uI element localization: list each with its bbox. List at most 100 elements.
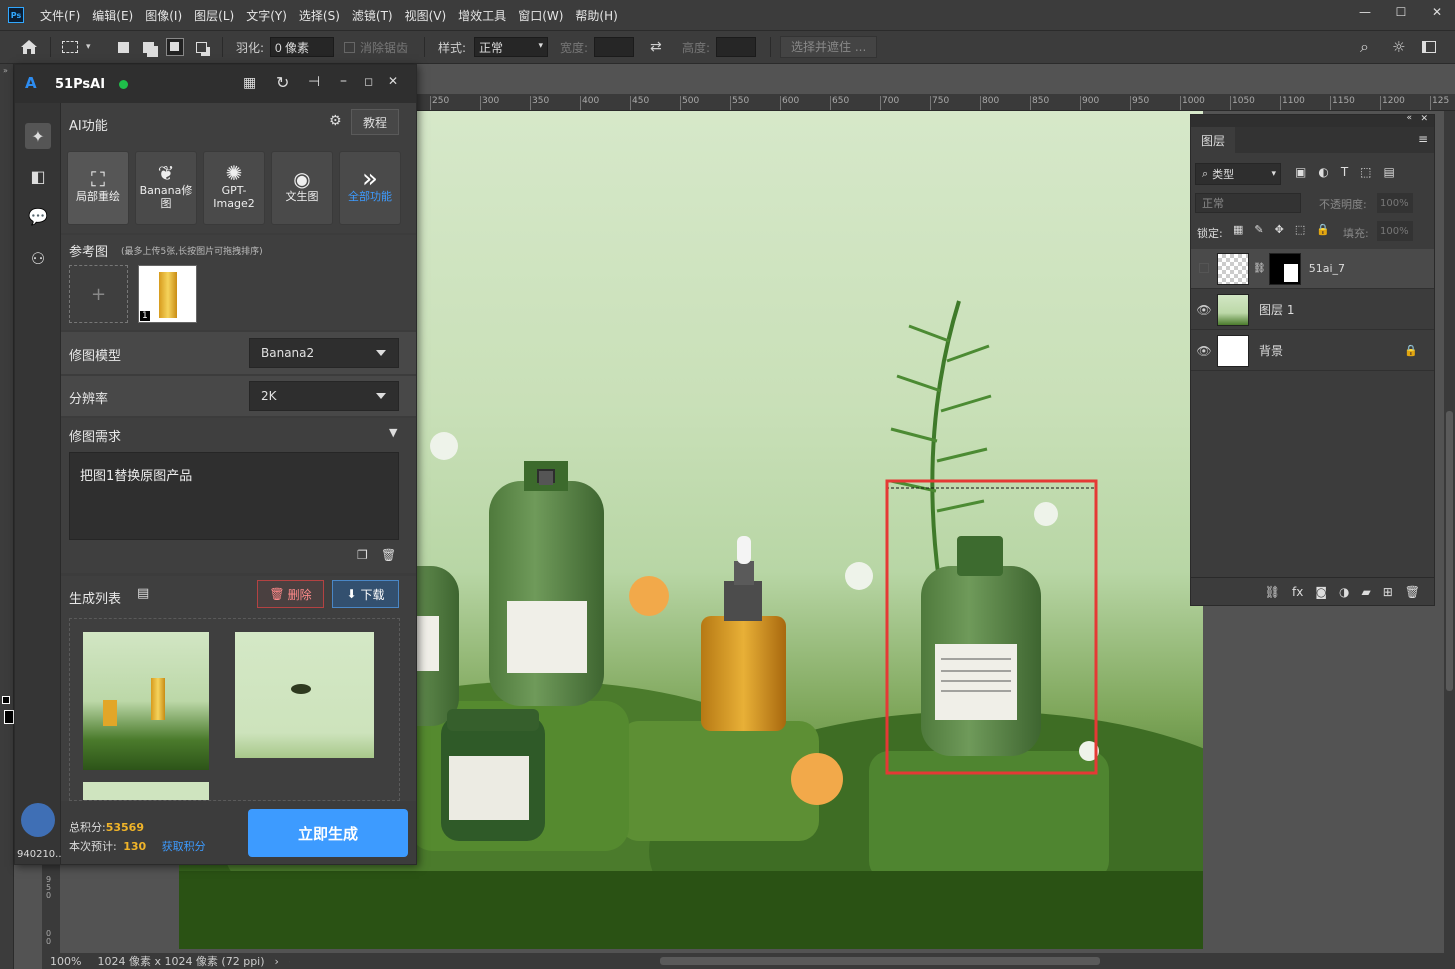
eye-icon[interactable]: 👁 bbox=[1191, 303, 1217, 317]
close-icon[interactable]: ✕ bbox=[1427, 2, 1447, 22]
horizontal-scrollbar[interactable] bbox=[290, 953, 1444, 969]
minimize-plugin-icon[interactable]: – bbox=[340, 73, 347, 89]
panel-menu-icon[interactable]: ≡ bbox=[1418, 132, 1428, 146]
swap-icon[interactable]: ⇄ bbox=[650, 31, 662, 63]
generate-now-button[interactable]: 立即生成 bbox=[248, 809, 408, 857]
add-selection-icon[interactable] bbox=[143, 31, 154, 63]
lock-pixels-icon[interactable]: ✎ bbox=[1254, 223, 1263, 236]
menu-window[interactable]: 窗口(W) bbox=[512, 7, 569, 24]
layer-mask-thumbnail[interactable] bbox=[1268, 252, 1301, 285]
gpt-image2-button[interactable]: ✺ GPT-Image2 bbox=[203, 151, 265, 225]
blend-mode-select[interactable]: 正常 bbox=[1195, 193, 1301, 213]
fill-input[interactable]: 100% bbox=[1377, 221, 1413, 241]
reference-thumbnail[interactable]: 1 bbox=[138, 265, 197, 323]
link-layers-icon[interactable]: ⛓ bbox=[1265, 585, 1280, 599]
get-points-link[interactable]: 获取积分 bbox=[162, 840, 206, 853]
menu-help[interactable]: 帮助(H) bbox=[569, 7, 623, 24]
user-avatar[interactable] bbox=[21, 803, 55, 837]
menu-edit[interactable]: 编辑(E) bbox=[86, 7, 139, 24]
subtract-selection-icon[interactable] bbox=[166, 31, 184, 63]
all-functions-button[interactable]: » 全部功能 bbox=[339, 151, 401, 225]
collapse-caret-icon[interactable]: ▼ bbox=[389, 426, 397, 439]
magic-wand-icon[interactable]: ✦ bbox=[25, 123, 51, 149]
style-select[interactable]: 正常 ▾ bbox=[474, 37, 548, 57]
new-layer-icon[interactable]: ⊞ bbox=[1383, 585, 1393, 599]
close-panel-icon[interactable]: ✕ bbox=[1420, 114, 1428, 124]
lock-artboard-icon[interactable]: ⬚ bbox=[1295, 223, 1305, 236]
vertical-scroll-thumb[interactable] bbox=[1446, 411, 1453, 691]
visibility-toggle-off[interactable] bbox=[1191, 262, 1217, 276]
chevron-right-icon[interactable]: › bbox=[275, 955, 279, 968]
layers-stack-icon[interactable]: ◧ bbox=[25, 163, 51, 189]
expand-panel-icon[interactable]: » bbox=[3, 66, 8, 75]
opacity-input[interactable]: 100% bbox=[1377, 193, 1413, 213]
user-settings-icon[interactable]: ⚇ bbox=[25, 245, 51, 271]
menu-plugins[interactable]: 增效工具 bbox=[452, 7, 512, 24]
menu-select[interactable]: 选择(S) bbox=[293, 7, 346, 24]
fx-icon[interactable]: fx bbox=[1292, 585, 1303, 599]
layer-row-layer-1[interactable]: 👁 图层 1 bbox=[1191, 290, 1434, 330]
smart-object-filter-icon[interactable]: ▤ bbox=[1384, 165, 1395, 179]
discover-lightbulb-icon[interactable]: ☼ bbox=[1392, 31, 1405, 63]
layer-filter-select[interactable]: ⌕ 类型 ▾ bbox=[1195, 163, 1281, 185]
menu-type[interactable]: 文字(Y) bbox=[240, 7, 293, 24]
width-input[interactable] bbox=[594, 37, 634, 57]
lock-all-icon[interactable]: 🔒 bbox=[1316, 223, 1330, 236]
collapse-panel-icon[interactable]: « bbox=[1406, 113, 1412, 123]
history-list-icon[interactable]: ▤ bbox=[137, 586, 149, 601]
generated-image-2[interactable] bbox=[235, 632, 374, 758]
delete-layer-trash-icon[interactable]: 🗑 bbox=[1405, 585, 1420, 599]
banana-edit-button[interactable]: ❦ Banana修图 bbox=[135, 151, 197, 225]
maximize-plugin-icon[interactable]: ◻ bbox=[364, 75, 373, 88]
workspace-icon[interactable] bbox=[1422, 31, 1436, 63]
lock-position-icon[interactable]: ✥ bbox=[1275, 223, 1284, 236]
background-color-swatch[interactable] bbox=[4, 710, 14, 724]
close-plugin-icon[interactable]: ✕ bbox=[388, 74, 398, 88]
eye-icon[interactable]: 👁 bbox=[1191, 344, 1217, 358]
vertical-scrollbar[interactable] bbox=[1444, 111, 1455, 953]
delete-button[interactable]: 🗑 删除 bbox=[257, 580, 324, 608]
add-reference-button[interactable]: + bbox=[69, 265, 128, 323]
menu-file[interactable]: 文件(F) bbox=[34, 7, 86, 24]
type-filter-icon[interactable]: T bbox=[1341, 165, 1348, 179]
layer-row-51ai-7[interactable]: ⛓ 51ai_7 bbox=[1191, 249, 1434, 289]
height-input[interactable] bbox=[716, 37, 756, 57]
search-icon[interactable]: ⌕ bbox=[1360, 31, 1369, 63]
lock-transparency-icon[interactable]: ▦ bbox=[1233, 223, 1243, 236]
new-group-folder-icon[interactable]: ▰ bbox=[1361, 585, 1370, 599]
text-to-image-button[interactable]: ◉ 文生图 bbox=[271, 151, 333, 225]
layer-row-background[interactable]: 👁 背景 🔒 bbox=[1191, 331, 1434, 371]
local-redraw-button[interactable]: ⛶ 局部重绘 bbox=[67, 151, 129, 225]
minimize-icon[interactable]: — bbox=[1355, 2, 1375, 22]
resolution-select[interactable]: 2K bbox=[249, 381, 399, 411]
antialias-checkbox[interactable] bbox=[344, 41, 355, 53]
generated-image-3[interactable] bbox=[83, 782, 209, 800]
model-select[interactable]: Banana2 bbox=[249, 338, 399, 368]
pin-icon[interactable]: ⊣ bbox=[308, 74, 320, 90]
home-icon[interactable] bbox=[20, 31, 38, 63]
menu-filter[interactable]: 滤镜(T) bbox=[346, 7, 399, 24]
select-and-mask-button[interactable]: 选择并遮住 ... bbox=[780, 36, 878, 58]
generated-image-1[interactable] bbox=[83, 632, 209, 770]
prompt-textarea[interactable]: 把图1替换原图产品 bbox=[69, 452, 399, 540]
adjustment-filter-icon[interactable]: ◐ bbox=[1318, 165, 1328, 179]
clear-trash-icon[interactable]: 🗑 bbox=[381, 548, 396, 562]
foreground-color-swatch[interactable] bbox=[2, 696, 10, 704]
zoom-level[interactable]: 100% bbox=[50, 955, 81, 968]
screenshot-icon[interactable]: ▦ bbox=[243, 75, 256, 91]
settings-gear-icon[interactable]: ⚙ bbox=[329, 113, 342, 129]
copy-icon[interactable]: ❐ bbox=[357, 548, 368, 562]
menu-layer[interactable]: 图层(L) bbox=[188, 7, 240, 24]
intersect-selection-icon[interactable] bbox=[196, 31, 207, 63]
chat-bubble-icon[interactable]: 💬 bbox=[25, 203, 51, 229]
new-selection-icon[interactable] bbox=[118, 31, 129, 63]
shape-filter-icon[interactable]: ⬚ bbox=[1360, 165, 1371, 179]
adjustment-layer-icon[interactable]: ◑ bbox=[1339, 585, 1349, 599]
menu-view[interactable]: 视图(V) bbox=[399, 7, 453, 24]
maximize-icon[interactable]: ☐ bbox=[1391, 2, 1411, 22]
tab-layers[interactable]: 图层 bbox=[1191, 127, 1236, 153]
feather-input[interactable] bbox=[270, 37, 334, 57]
horizontal-scroll-thumb[interactable] bbox=[660, 957, 1100, 965]
tutorial-button[interactable]: 教程 bbox=[351, 109, 399, 135]
refresh-icon[interactable]: ↻ bbox=[276, 73, 289, 92]
